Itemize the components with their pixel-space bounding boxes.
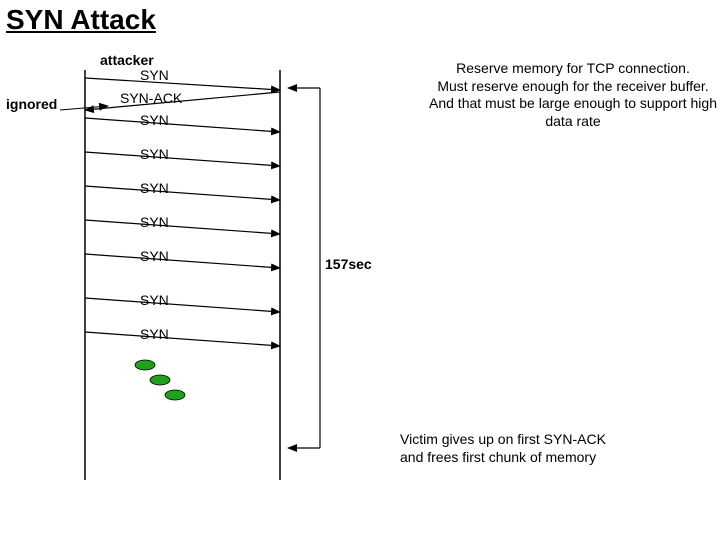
arrow-syn bbox=[85, 254, 280, 268]
arrow-syn bbox=[85, 152, 280, 166]
arrow-syn bbox=[85, 332, 280, 346]
arrow-syn bbox=[85, 220, 280, 234]
ellipsis-dot bbox=[150, 375, 170, 385]
ellipsis-dot bbox=[135, 360, 155, 370]
ellipsis-dot bbox=[165, 390, 185, 400]
arrow-syn bbox=[85, 298, 280, 312]
arrow-syn bbox=[85, 118, 280, 132]
arrow-syn bbox=[85, 78, 280, 90]
diagram-svg bbox=[0, 0, 720, 540]
arrow-syn bbox=[85, 186, 280, 200]
arrow-synack bbox=[85, 92, 280, 110]
